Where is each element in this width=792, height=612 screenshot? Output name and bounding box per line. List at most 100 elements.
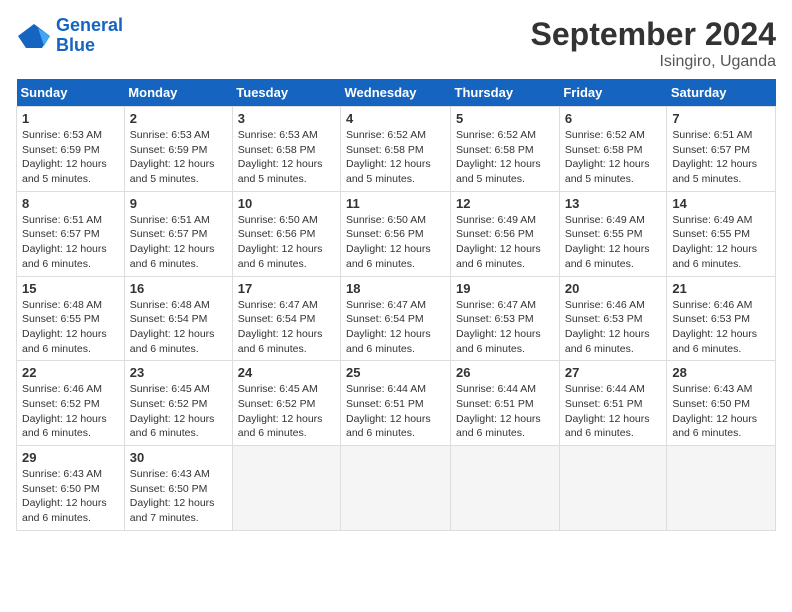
calendar-cell: 1 Sunrise: 6:53 AM Sunset: 6:59 PM Dayli…: [17, 107, 125, 192]
calendar-cell: 25 Sunrise: 6:44 AM Sunset: 6:51 PM Dayl…: [341, 361, 451, 446]
day-info: Sunrise: 6:52 AM Sunset: 6:58 PM Dayligh…: [565, 128, 662, 187]
day-number: 19: [456, 281, 554, 296]
sunrise-label: Sunrise: 6:49 AM: [672, 214, 752, 226]
daylight-label: Daylight: 12 hours and 6 minutes.: [22, 328, 107, 355]
day-info: Sunrise: 6:53 AM Sunset: 6:58 PM Dayligh…: [238, 128, 335, 187]
sunset-label: Sunset: 6:58 PM: [346, 144, 424, 156]
day-number: 17: [238, 281, 335, 296]
calendar-cell: 18 Sunrise: 6:47 AM Sunset: 6:54 PM Dayl…: [341, 276, 451, 361]
calendar-week-4: 22 Sunrise: 6:46 AM Sunset: 6:52 PM Dayl…: [17, 361, 776, 446]
day-info: Sunrise: 6:50 AM Sunset: 6:56 PM Dayligh…: [346, 213, 445, 272]
logo-text: General Blue: [56, 16, 123, 56]
calendar-week-1: 1 Sunrise: 6:53 AM Sunset: 6:59 PM Dayli…: [17, 107, 776, 192]
calendar-cell: [451, 446, 560, 531]
sunrise-label: Sunrise: 6:51 AM: [22, 214, 102, 226]
sunset-label: Sunset: 6:51 PM: [346, 398, 424, 410]
day-number: 4: [346, 111, 445, 126]
day-number: 30: [130, 450, 227, 465]
weekday-header-row: SundayMondayTuesdayWednesdayThursdayFrid…: [17, 79, 776, 107]
sunrise-label: Sunrise: 6:47 AM: [346, 299, 426, 311]
daylight-label: Daylight: 12 hours and 6 minutes.: [130, 413, 215, 440]
day-info: Sunrise: 6:50 AM Sunset: 6:56 PM Dayligh…: [238, 213, 335, 272]
calendar-cell: 21 Sunrise: 6:46 AM Sunset: 6:53 PM Dayl…: [667, 276, 776, 361]
sunrise-label: Sunrise: 6:53 AM: [130, 129, 210, 141]
calendar-cell: 24 Sunrise: 6:45 AM Sunset: 6:52 PM Dayl…: [232, 361, 340, 446]
calendar-cell: 23 Sunrise: 6:45 AM Sunset: 6:52 PM Dayl…: [124, 361, 232, 446]
daylight-label: Daylight: 12 hours and 6 minutes.: [22, 243, 107, 270]
daylight-label: Daylight: 12 hours and 6 minutes.: [456, 243, 541, 270]
sunset-label: Sunset: 6:51 PM: [456, 398, 534, 410]
daylight-label: Daylight: 12 hours and 6 minutes.: [238, 328, 323, 355]
day-info: Sunrise: 6:52 AM Sunset: 6:58 PM Dayligh…: [346, 128, 445, 187]
sunset-label: Sunset: 6:56 PM: [238, 228, 316, 240]
daylight-label: Daylight: 12 hours and 6 minutes.: [672, 243, 757, 270]
sunset-label: Sunset: 6:59 PM: [130, 144, 208, 156]
day-number: 23: [130, 365, 227, 380]
sunrise-label: Sunrise: 6:52 AM: [565, 129, 645, 141]
weekday-header-monday: Monday: [124, 79, 232, 107]
weekday-header-thursday: Thursday: [451, 79, 560, 107]
day-number: 11: [346, 196, 445, 211]
daylight-label: Daylight: 12 hours and 6 minutes.: [130, 243, 215, 270]
day-number: 5: [456, 111, 554, 126]
day-info: Sunrise: 6:47 AM Sunset: 6:54 PM Dayligh…: [346, 298, 445, 357]
weekday-header-sunday: Sunday: [17, 79, 125, 107]
day-number: 18: [346, 281, 445, 296]
day-number: 6: [565, 111, 662, 126]
day-number: 14: [672, 196, 770, 211]
daylight-label: Daylight: 12 hours and 6 minutes.: [456, 328, 541, 355]
day-info: Sunrise: 6:47 AM Sunset: 6:53 PM Dayligh…: [456, 298, 554, 357]
calendar-cell: [341, 446, 451, 531]
sunset-label: Sunset: 6:53 PM: [672, 313, 750, 325]
daylight-label: Daylight: 12 hours and 6 minutes.: [238, 243, 323, 270]
calendar-table: SundayMondayTuesdayWednesdayThursdayFrid…: [16, 79, 776, 531]
calendar-cell: 29 Sunrise: 6:43 AM Sunset: 6:50 PM Dayl…: [17, 446, 125, 531]
day-info: Sunrise: 6:51 AM Sunset: 6:57 PM Dayligh…: [22, 213, 119, 272]
sunrise-label: Sunrise: 6:49 AM: [565, 214, 645, 226]
calendar-cell: 2 Sunrise: 6:53 AM Sunset: 6:59 PM Dayli…: [124, 107, 232, 192]
day-info: Sunrise: 6:45 AM Sunset: 6:52 PM Dayligh…: [130, 382, 227, 441]
daylight-label: Daylight: 12 hours and 6 minutes.: [456, 413, 541, 440]
calendar-cell: 19 Sunrise: 6:47 AM Sunset: 6:53 PM Dayl…: [451, 276, 560, 361]
day-number: 15: [22, 281, 119, 296]
day-number: 20: [565, 281, 662, 296]
daylight-label: Daylight: 12 hours and 5 minutes.: [565, 158, 650, 185]
sunrise-label: Sunrise: 6:46 AM: [565, 299, 645, 311]
daylight-label: Daylight: 12 hours and 6 minutes.: [346, 243, 431, 270]
sunrise-label: Sunrise: 6:43 AM: [672, 383, 752, 395]
sunset-label: Sunset: 6:52 PM: [22, 398, 100, 410]
sunrise-label: Sunrise: 6:49 AM: [456, 214, 536, 226]
calendar-week-3: 15 Sunrise: 6:48 AM Sunset: 6:55 PM Dayl…: [17, 276, 776, 361]
sunrise-label: Sunrise: 6:44 AM: [346, 383, 426, 395]
sunset-label: Sunset: 6:58 PM: [565, 144, 643, 156]
sunset-label: Sunset: 6:57 PM: [672, 144, 750, 156]
day-info: Sunrise: 6:43 AM Sunset: 6:50 PM Dayligh…: [22, 467, 119, 526]
logo-icon: [16, 22, 52, 50]
calendar-cell: 10 Sunrise: 6:50 AM Sunset: 6:56 PM Dayl…: [232, 191, 340, 276]
calendar-cell: 3 Sunrise: 6:53 AM Sunset: 6:58 PM Dayli…: [232, 107, 340, 192]
day-number: 16: [130, 281, 227, 296]
day-number: 9: [130, 196, 227, 211]
sunrise-label: Sunrise: 6:51 AM: [672, 129, 752, 141]
sunrise-label: Sunrise: 6:45 AM: [238, 383, 318, 395]
sunset-label: Sunset: 6:50 PM: [22, 483, 100, 495]
sunset-label: Sunset: 6:57 PM: [22, 228, 100, 240]
sunset-label: Sunset: 6:56 PM: [346, 228, 424, 240]
day-info: Sunrise: 6:49 AM Sunset: 6:55 PM Dayligh…: [565, 213, 662, 272]
day-info: Sunrise: 6:46 AM Sunset: 6:52 PM Dayligh…: [22, 382, 119, 441]
day-number: 8: [22, 196, 119, 211]
daylight-label: Daylight: 12 hours and 6 minutes.: [130, 328, 215, 355]
daylight-label: Daylight: 12 hours and 6 minutes.: [22, 413, 107, 440]
day-number: 24: [238, 365, 335, 380]
sunset-label: Sunset: 6:57 PM: [130, 228, 208, 240]
day-info: Sunrise: 6:53 AM Sunset: 6:59 PM Dayligh…: [130, 128, 227, 187]
daylight-label: Daylight: 12 hours and 5 minutes.: [346, 158, 431, 185]
daylight-label: Daylight: 12 hours and 6 minutes.: [238, 413, 323, 440]
sunset-label: Sunset: 6:52 PM: [130, 398, 208, 410]
day-number: 21: [672, 281, 770, 296]
daylight-label: Daylight: 12 hours and 6 minutes.: [565, 413, 650, 440]
day-number: 10: [238, 196, 335, 211]
sunset-label: Sunset: 6:55 PM: [565, 228, 643, 240]
calendar-cell: [667, 446, 776, 531]
daylight-label: Daylight: 12 hours and 6 minutes.: [346, 413, 431, 440]
